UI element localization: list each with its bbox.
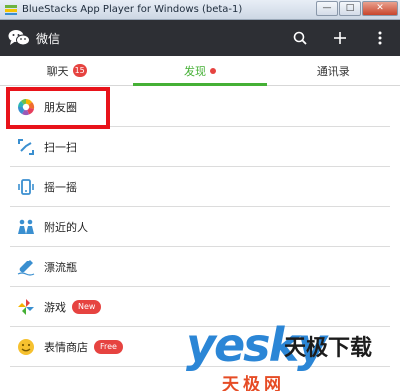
highlight-annotation [6, 87, 110, 129]
search-button[interactable] [280, 20, 320, 56]
app-name: 微信 [36, 31, 61, 46]
tab-label: 聊天 [46, 64, 69, 78]
watermark-subtext: 天极网 [222, 375, 285, 391]
list-item-shake[interactable]: 摇一摇 [0, 167, 400, 207]
wechat-actionbar: 微信 [0, 20, 400, 56]
item-label: 附近的人 [44, 221, 88, 234]
watermark-text: 天极下载 [284, 336, 373, 361]
more-button[interactable] [360, 20, 400, 56]
shake-icon [18, 179, 34, 195]
search-icon [293, 31, 307, 45]
window-controls: — □ ✕ [316, 1, 398, 16]
list-item-people-nearby[interactable]: 附近的人 [0, 207, 400, 247]
item-label: 摇一摇 [44, 181, 77, 194]
people-nearby-icon [18, 219, 34, 234]
list-item-scan[interactable]: 扫一扫 [0, 127, 400, 167]
bluestacks-logo-icon [5, 4, 17, 15]
games-icon [18, 299, 34, 315]
item-label: 扫一扫 [44, 141, 77, 154]
tab-label: 发现 [183, 64, 206, 78]
item-label: 游戏 [44, 301, 66, 314]
window-titlebar: BlueStacks App Player for Windows (beta-… [0, 0, 400, 20]
item-label: 漂流瓶 [44, 261, 77, 274]
new-dot-badge [209, 67, 216, 74]
new-badge: New [72, 300, 102, 314]
unread-badge: 15 [72, 64, 87, 77]
tab-bar: 聊天 15 发现 通讯录 [0, 56, 400, 86]
more-vertical-icon [378, 31, 382, 45]
maximize-button[interactable]: □ [339, 1, 361, 16]
close-button[interactable]: ✕ [362, 1, 398, 16]
sticker-shop-icon [18, 339, 34, 355]
wechat-logo-icon [8, 30, 30, 46]
add-button[interactable] [320, 20, 360, 56]
item-label: 表情商店 [44, 341, 88, 354]
plus-icon [334, 32, 346, 44]
tab-label: 通讯录 [316, 64, 350, 78]
actionbar-icons [280, 20, 400, 56]
tab-chats[interactable]: 聊天 15 [0, 56, 133, 85]
tab-contacts[interactable]: 通讯录 [267, 56, 400, 85]
scan-icon [18, 139, 34, 155]
yesky-watermark: yesky 天极下载 天极网 [186, 322, 400, 391]
list-item-drift-bottle[interactable]: 漂流瓶 [0, 247, 400, 287]
free-badge: Free [94, 340, 123, 354]
window-title: BlueStacks App Player for Windows (beta-… [22, 4, 243, 15]
drift-bottle-icon [17, 260, 35, 276]
tab-discover[interactable]: 发现 [133, 56, 267, 86]
minimize-button[interactable]: — [316, 1, 338, 16]
